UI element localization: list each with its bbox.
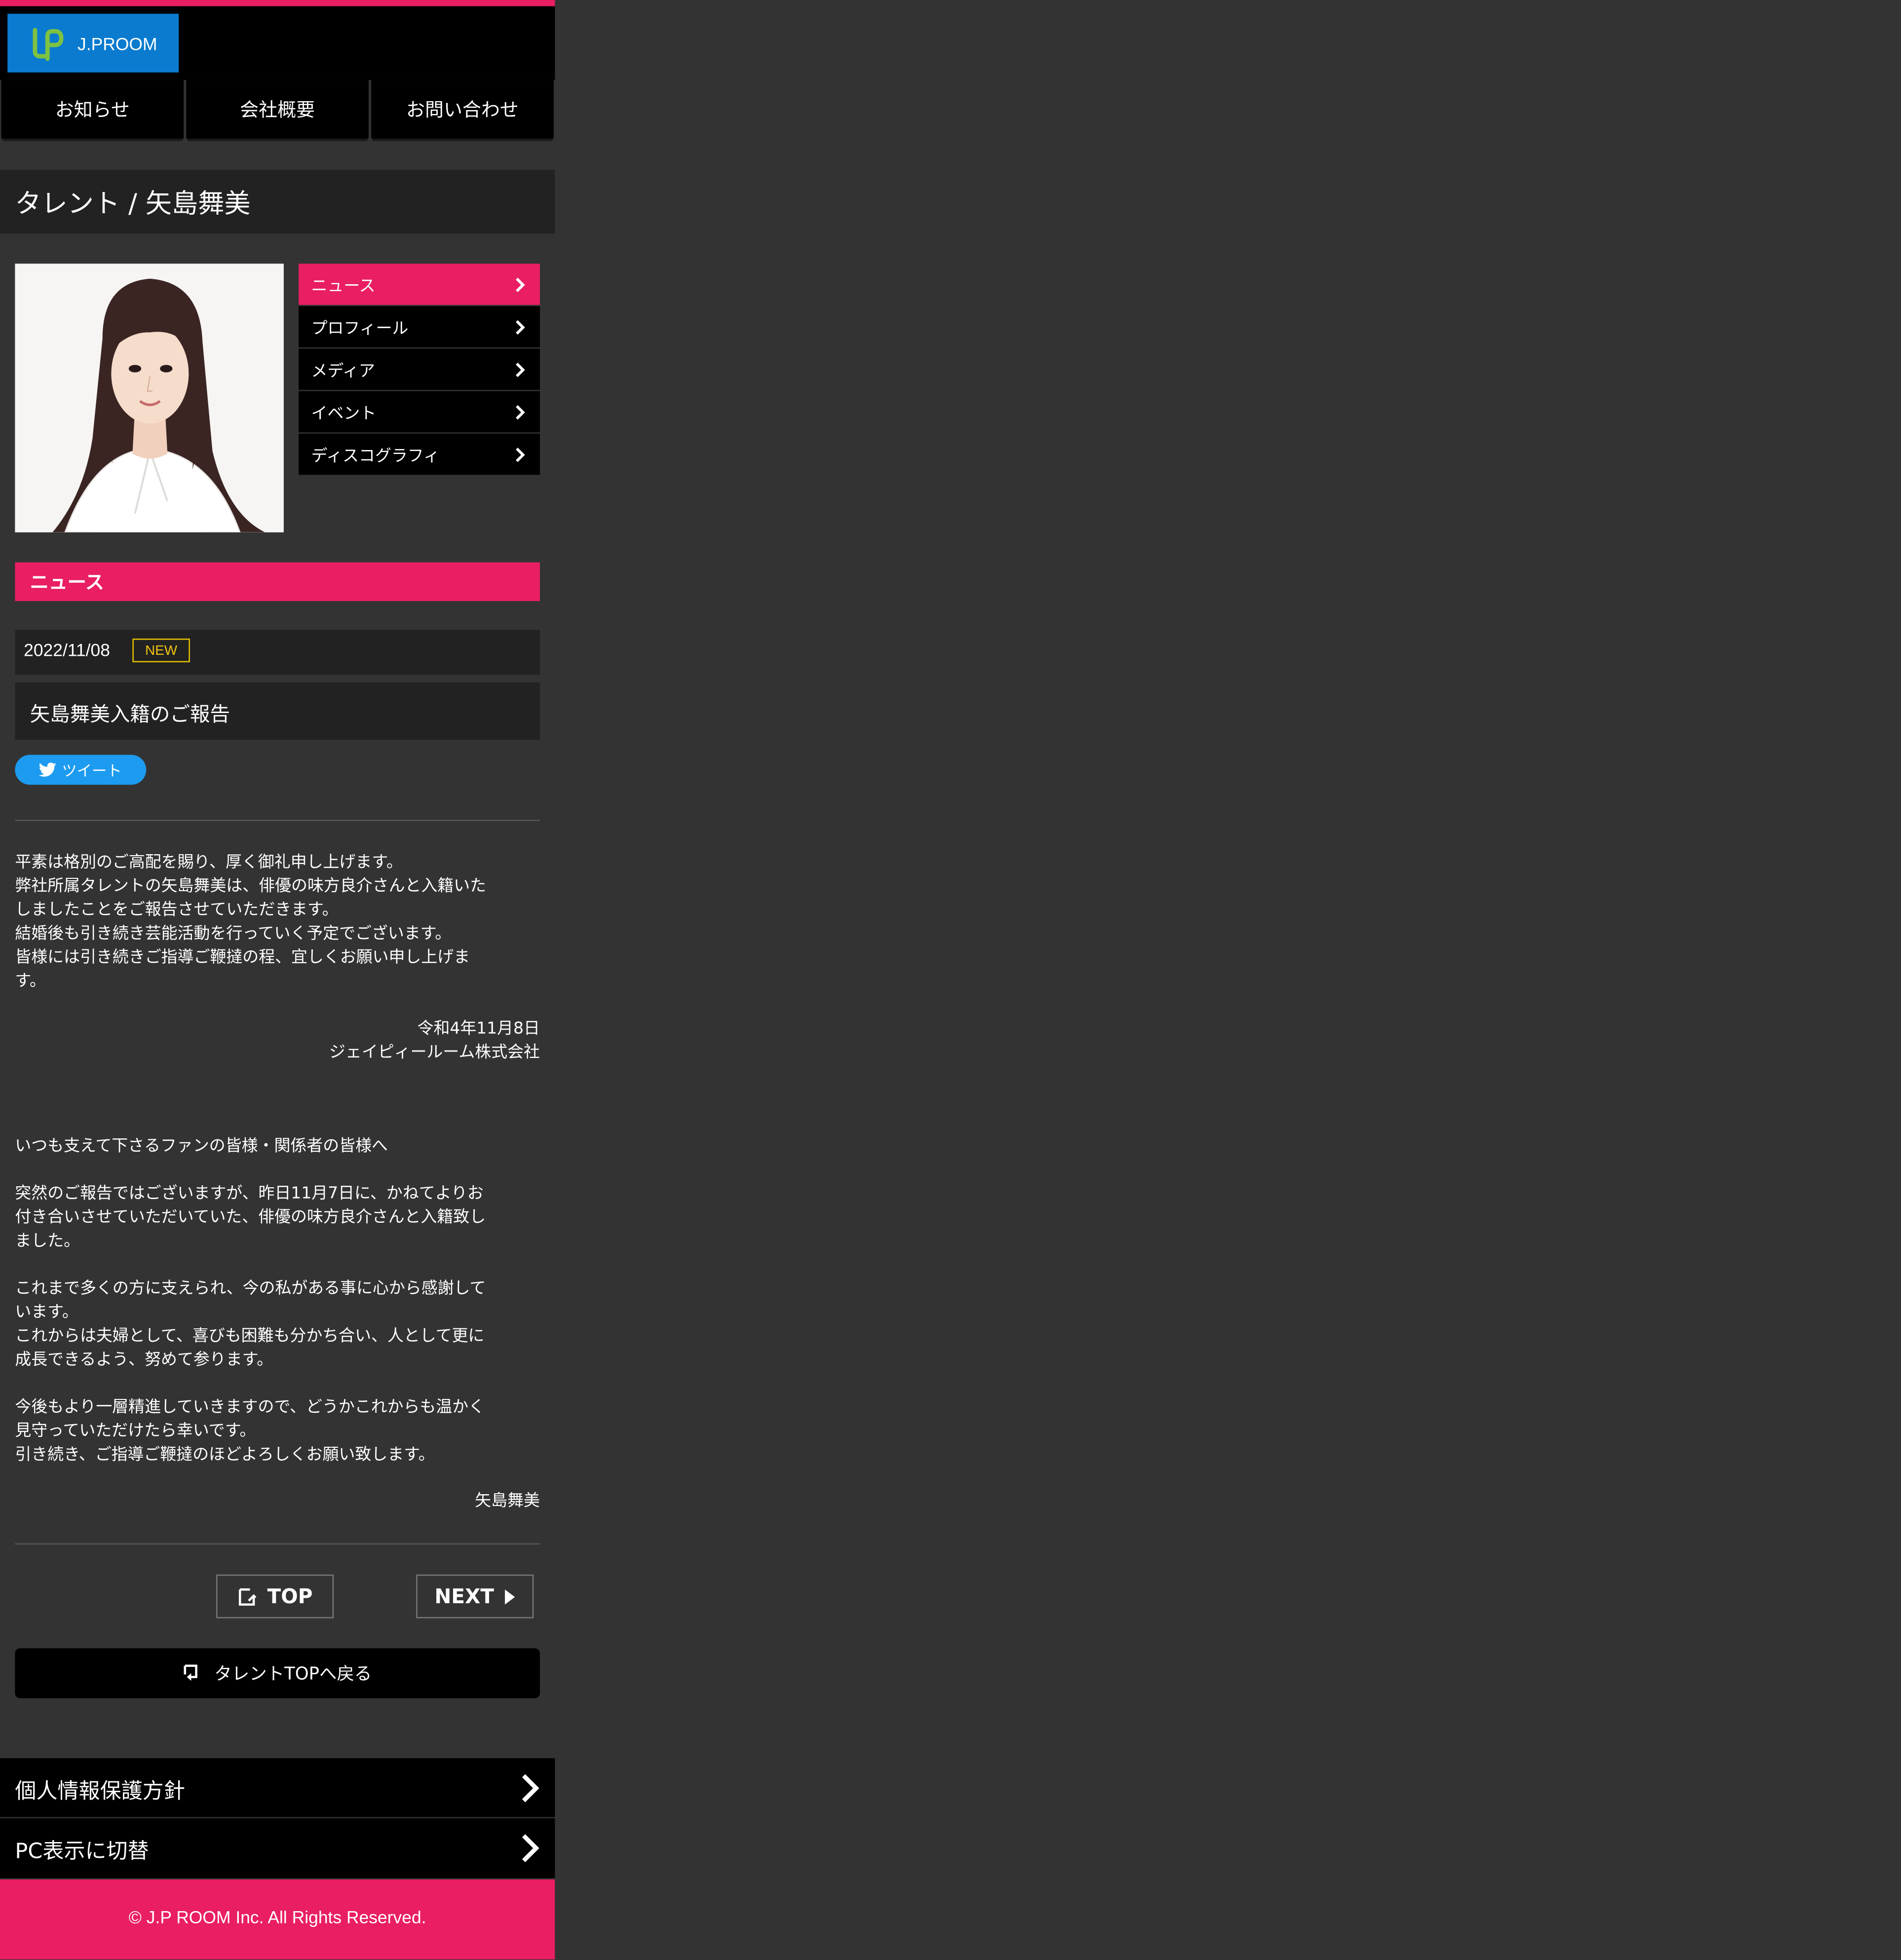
news-date: 2022/11/08	[24, 640, 110, 660]
back-label: タレントTOPへ戻る	[214, 1664, 372, 1685]
talent-menu-label: ニュース	[311, 277, 376, 297]
signature: 矢島舞美	[475, 1492, 540, 1511]
twitter-bird-icon	[39, 762, 57, 777]
section-title: ニュース	[30, 571, 104, 594]
announcement-date: 令和4年11月8日	[417, 1019, 540, 1039]
body-line: 平素は格別のご高配を賜り、厚く御礼申し上げます。	[15, 853, 403, 872]
new-badge: NEW	[132, 639, 190, 663]
chevron-right-icon	[516, 319, 525, 334]
back-to-talent-top-button[interactable]: タレントTOPへ戻る	[15, 1648, 540, 1698]
page: J.PROOM お知らせ 会社概要 お問い合わせ タレント / 矢島舞美 ニュー…	[0, 0, 1901, 1960]
chevron-right-icon	[516, 277, 525, 292]
play-arrow-icon	[505, 1588, 516, 1604]
talent-menu-label: イベント	[311, 405, 377, 424]
accent-top-bar	[0, 0, 555, 6]
news-title-bar: 矢島舞美入籍のご報告	[15, 682, 540, 740]
body-line: す。	[15, 972, 46, 991]
chevron-right-icon	[522, 1774, 539, 1803]
next-label: NEXT	[434, 1584, 494, 1609]
body-line: 結婚後も引き続き芸能活動を行っていく予定でございます。	[15, 924, 452, 943]
site-header: J.PROOM	[0, 6, 555, 80]
chevron-right-icon	[516, 362, 525, 377]
privacy-policy-label: 個人情報保護方針	[15, 1778, 185, 1804]
body-line: 今後もより一層精進していきますので、どうかこれからも温かく	[15, 1398, 485, 1417]
body-line	[15, 1253, 540, 1277]
body-line: 弊社所属タレントの矢島舞美は、俳優の味方良介さんと入籍いた	[15, 877, 487, 896]
news-date-bar: 2022/11/08 NEW	[15, 630, 540, 675]
chevron-right-icon	[516, 404, 525, 419]
body-line: います。	[15, 1303, 78, 1322]
body-line: しましたことをご報告させていただきます。	[15, 901, 339, 920]
talent-menu-label: メディア	[311, 362, 375, 381]
global-nav: お知らせ 会社概要 お問い合わせ	[0, 80, 555, 142]
chevron-right-icon	[522, 1834, 539, 1862]
nav-contact[interactable]: お問い合わせ	[371, 80, 554, 142]
talent-signature: 矢島舞美	[15, 1490, 540, 1513]
chevron-right-icon	[516, 447, 525, 462]
site-logo[interactable]: J.PROOM	[7, 13, 179, 73]
nav-company[interactable]: 会社概要	[186, 80, 369, 142]
top-button[interactable]: TOP	[216, 1574, 334, 1619]
body-line	[15, 1372, 540, 1396]
top-label: TOP	[267, 1584, 313, 1609]
page-title: タレント / 矢島舞美	[15, 188, 251, 219]
talent-menu: ニュース プロフィール メディア イベント ディスコグラフィ	[299, 264, 540, 476]
talent-menu-label: プロフィール	[311, 320, 409, 339]
news-title: 矢島舞美入籍のご報告	[30, 702, 230, 726]
pc-view-label: PC表示に切替	[15, 1839, 149, 1864]
body-line: ました。	[15, 1232, 80, 1251]
tweet-label: ツイート	[62, 761, 122, 779]
talent-menu-label: ディスコグラフィ	[311, 447, 440, 466]
talent-menu-media[interactable]: メディア	[299, 348, 540, 390]
logo-text: J.PROOM	[77, 33, 157, 53]
divider	[15, 820, 540, 821]
talent-menu-profile[interactable]: プロフィール	[299, 306, 540, 348]
body-line: 見守っていただけたら幸いです。	[15, 1422, 256, 1441]
section-heading: ニュース	[15, 562, 540, 602]
privacy-policy-link[interactable]: 個人情報保護方針	[0, 1758, 555, 1818]
company-name: ジェイピィールーム株式会社	[329, 1043, 540, 1062]
site-footer: © J.P ROOM Inc. All Rights Reserved.	[0, 1879, 555, 1960]
tweet-button[interactable]: ツイート	[15, 754, 147, 785]
page-title-bar: タレント / 矢島舞美	[0, 170, 555, 234]
body-line: 突然のご報告ではございますが、昨日11月7日に、かねてよりお	[15, 1184, 484, 1204]
talent-menu-news[interactable]: ニュース	[299, 264, 540, 305]
copyright: © J.P ROOM Inc. All Rights Reserved.	[128, 1907, 426, 1927]
talent-menu-discography[interactable]: ディスコグラフィ	[299, 433, 540, 475]
company-signature: 令和4年11月8日 ジェイピィールーム株式会社	[15, 1017, 540, 1064]
company-announcement: 平素は格別のご高配を賜り、厚く御礼申し上げます。 弊社所属タレントの矢島舞美は、…	[15, 851, 540, 994]
body-line: 成長できるよう、努めて参ります。	[15, 1351, 273, 1370]
talent-message: いつも支えて下さるファンの皆様・関係者の皆様へ 突然のご報告ではございますが、昨…	[15, 1134, 540, 1467]
body-line	[15, 1159, 540, 1182]
body-line: これまで多くの方に支えられ、今の私がある事に心から感謝して	[15, 1280, 486, 1299]
talent-photo	[15, 264, 284, 532]
nav-news[interactable]: お知らせ	[1, 80, 184, 142]
body-line: これからは夫婦として、喜びも困難も分かち合い、人として更に	[15, 1327, 485, 1346]
next-button[interactable]: NEXT	[416, 1574, 534, 1619]
top-page-icon	[238, 1587, 257, 1605]
talent-menu-event[interactable]: イベント	[299, 391, 540, 433]
body-line: 皆様には引き続きご指導ご鞭撻の程、宜しくお願い申し上げま	[15, 948, 470, 968]
divider	[15, 1543, 540, 1545]
body-line: 付き合いさせていただいていた、俳優の味方良介さんと入籍致し	[15, 1208, 486, 1227]
return-arrow-icon	[184, 1664, 198, 1680]
body-line: いつも支えて下さるファンの皆様・関係者の皆様へ	[15, 1137, 388, 1156]
jp-logo-icon	[33, 27, 64, 61]
body-line: 引き続き、ご指導ご鞭撻のほどよろしくお願い致します。	[15, 1445, 435, 1465]
pc-view-link[interactable]: PC表示に切替	[0, 1818, 555, 1879]
mobile-column: J.PROOM お知らせ 会社概要 お問い合わせ タレント / 矢島舞美 ニュー…	[0, 0, 555, 1960]
